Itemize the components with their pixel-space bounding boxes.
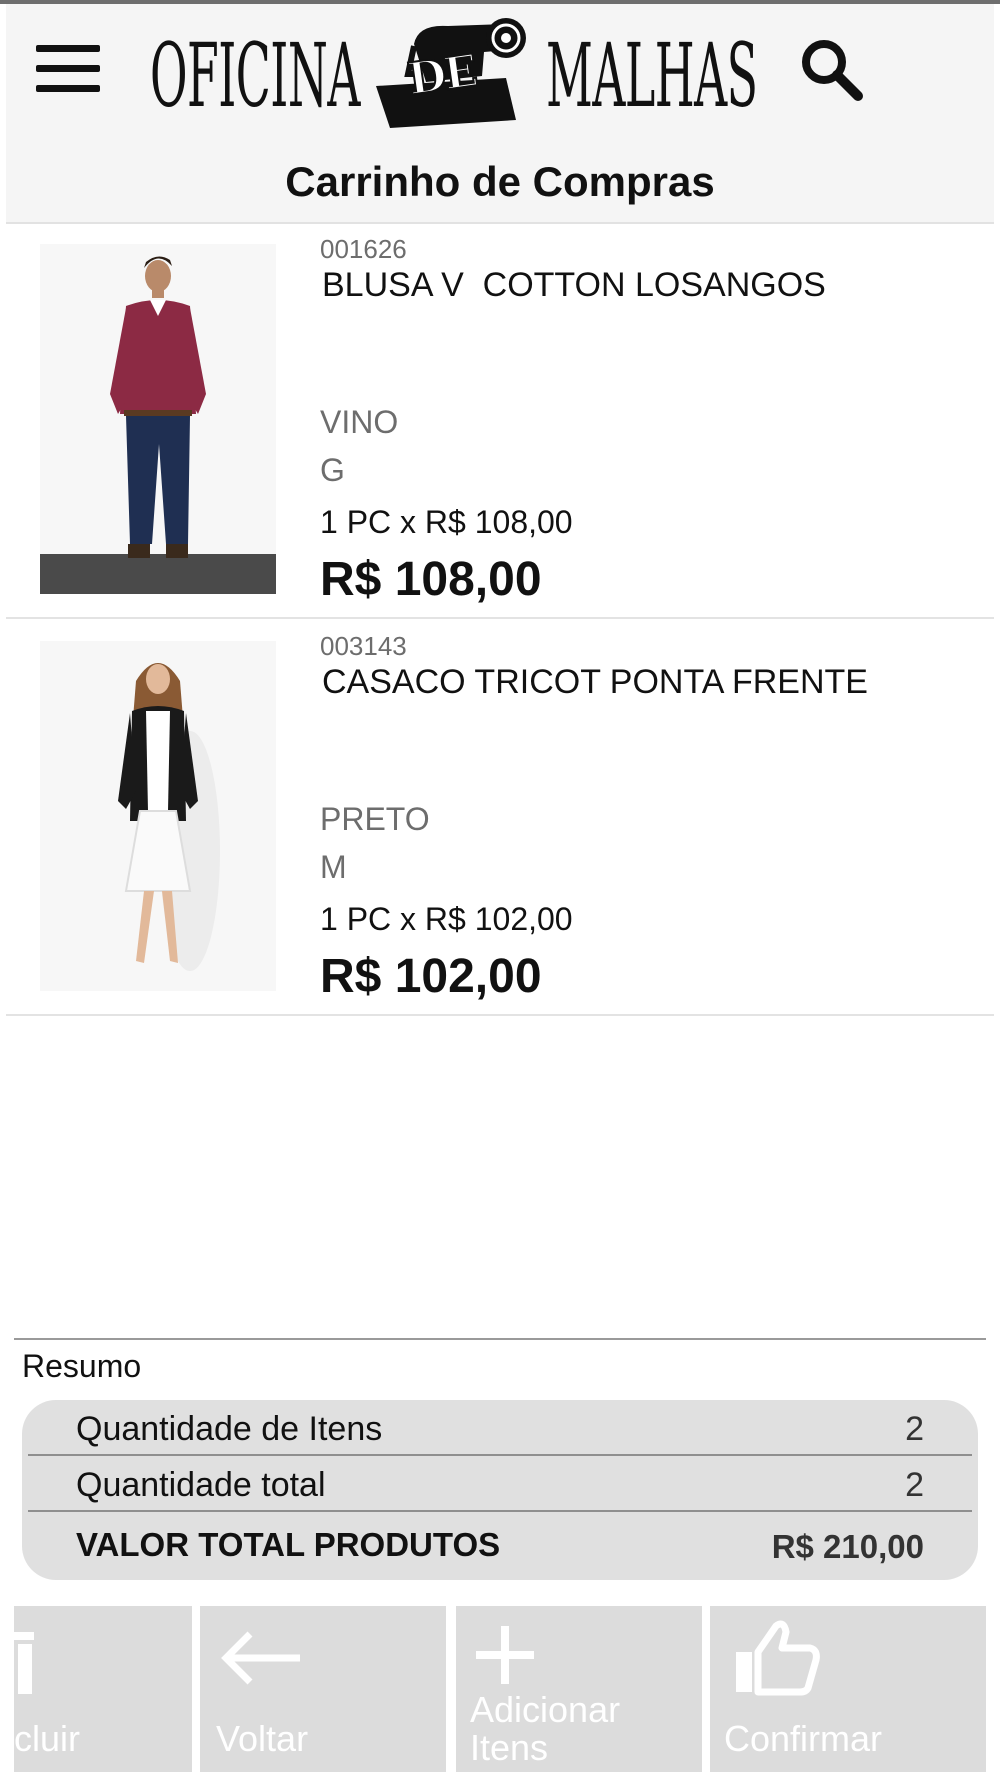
app-header: OFICINA DE MALHAS Carrinho de Compras	[6, 4, 994, 224]
trash-icon	[14, 1632, 34, 1694]
logo-word-middle: DE	[404, 45, 480, 107]
brand-logo[interactable]: OFICINA DE MALHAS	[146, 16, 766, 136]
thumbs-up-icon	[736, 1620, 820, 1696]
excluir-label: cluir	[14, 1718, 81, 1759]
logo-word-right: MALHAS	[546, 24, 758, 127]
adicionar-itens-button[interactable]: Adicionar Itens	[456, 1606, 702, 1772]
arrow-left-icon	[221, 1631, 300, 1685]
voltar-label: Voltar	[216, 1718, 309, 1759]
adicionar-label-line1: Adicionar	[470, 1689, 621, 1730]
confirmar-button[interactable]: Confirmar	[710, 1606, 986, 1772]
confirmar-label: Confirmar	[724, 1718, 883, 1759]
product-code: 003143	[320, 631, 407, 661]
summary-heading: Resumo	[22, 1348, 142, 1384]
product-color: VINO	[320, 404, 399, 440]
product-image[interactable]	[40, 244, 276, 594]
cart-item[interactable]: 003143 CASACO TRICOT PONTA FRENTE PRETO …	[6, 621, 994, 1016]
summary-label: VALOR TOTAL PRODUTOS	[76, 1526, 501, 1563]
summary-label: Quantidade total	[76, 1466, 326, 1504]
summary-row-items: Quantidade de Itens 2	[28, 1400, 972, 1456]
summary-value: 2	[905, 1466, 924, 1504]
summary-panel: Quantidade de Itens 2 Quantidade total 2…	[22, 1400, 978, 1580]
summary-value: R$ 210,00	[771, 1528, 924, 1565]
quantity-line: 1 PC x R$ 102,00	[320, 901, 573, 937]
item-subtotal: R$ 108,00	[320, 553, 542, 606]
product-image[interactable]	[40, 641, 276, 991]
adicionar-label-line2: Itens	[470, 1727, 549, 1768]
product-color: PRETO	[320, 801, 430, 837]
product-name: CASACO TRICOT PONTA FRENTE	[322, 663, 868, 701]
voltar-button[interactable]: Voltar	[200, 1606, 446, 1772]
plus-icon	[476, 1626, 534, 1684]
summary-divider	[14, 1338, 986, 1340]
product-size: M	[320, 849, 347, 885]
quantity-line: 1 PC x R$ 108,00	[320, 504, 573, 540]
logo-word-left: OFICINA	[150, 24, 360, 127]
product-name: BLUSA V COTTON LOSANGOS	[322, 266, 826, 304]
hamburger-menu-icon[interactable]	[30, 38, 106, 100]
cart-item[interactable]: 001626 BLUSA V COTTON LOSANGOS VINO G 1 …	[6, 224, 994, 619]
summary-label: Quantidade de Itens	[76, 1410, 383, 1448]
summary-row-total-value: VALOR TOTAL PRODUTOS R$ 210,00	[22, 1512, 978, 1568]
summary-value: 2	[905, 1410, 924, 1448]
product-size: G	[320, 452, 345, 488]
item-subtotal: R$ 102,00	[320, 950, 542, 1003]
excluir-button[interactable]: cluir	[14, 1606, 192, 1772]
page-title: Carrinho de Compras	[285, 158, 715, 205]
action-bar: cluir Voltar Adicionar Itens Confirmar	[14, 1606, 986, 1772]
product-code: 001626	[320, 234, 407, 264]
search-icon[interactable]	[796, 34, 868, 106]
summary-row-total-qty: Quantidade total 2	[28, 1456, 972, 1512]
